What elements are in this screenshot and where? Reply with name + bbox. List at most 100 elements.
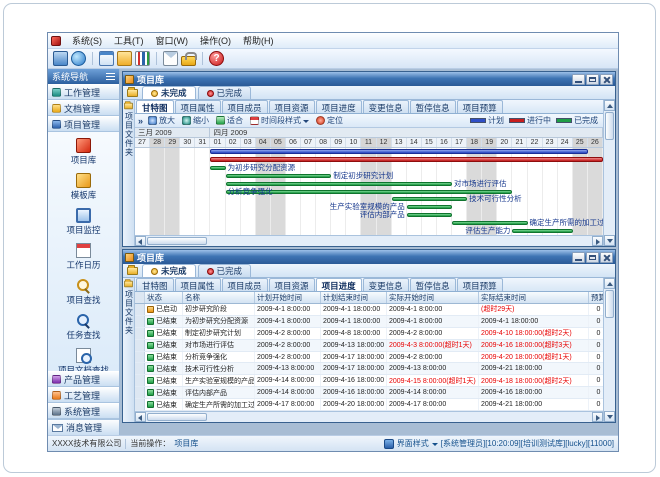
column-header-3[interactable]: 计划结束时间 xyxy=(321,292,387,303)
gantt-summary-bar[interactable] xyxy=(210,149,587,154)
sidebar-section-1[interactable]: 文档管理 xyxy=(48,100,119,116)
column-header-5[interactable]: 实际结束时间 xyxy=(479,292,589,303)
scroll-thumb[interactable] xyxy=(605,290,614,318)
sidebar-item-0[interactable]: 项目库 xyxy=(51,136,117,168)
row-selector[interactable] xyxy=(135,387,145,398)
scroll-left-arrow[interactable] xyxy=(135,412,146,422)
gantt-task-bar[interactable] xyxy=(407,205,452,209)
row-selector[interactable] xyxy=(135,375,145,386)
scroll-thumb[interactable] xyxy=(605,112,614,140)
gantt-tool-button-1[interactable]: 缩小 xyxy=(180,115,211,126)
close-button[interactable] xyxy=(600,252,613,263)
row-selector[interactable] xyxy=(135,352,145,363)
horizontal-scrollbar[interactable] xyxy=(135,411,603,422)
table-row[interactable]: 已结束技术可行性分析2009-4-13 8:00:002009-4-17 18:… xyxy=(135,363,603,375)
scroll-left-arrow[interactable] xyxy=(135,236,146,246)
table-row[interactable]: 已结束评估内部产品2009-4-14 8:00:002009-4-16 18:0… xyxy=(135,387,603,399)
folder-tab-1[interactable]: 已完成 xyxy=(198,86,252,99)
sidebar-section-0[interactable]: 工作管理 xyxy=(48,84,119,100)
menu-item-2[interactable]: 窗口(W) xyxy=(150,33,195,48)
horizontal-scrollbar[interactable] xyxy=(135,235,603,246)
sidebar-item-6[interactable]: 项目文档查找 xyxy=(51,346,117,371)
vertical-scrollbar[interactable] xyxy=(603,278,615,422)
column-header-2[interactable]: 计划开始时间 xyxy=(255,292,321,303)
column-header-0[interactable]: 状态 xyxy=(145,292,183,303)
menu-item-3[interactable]: 操作(O) xyxy=(194,33,237,48)
column-header-1[interactable]: 名称 xyxy=(183,292,255,303)
row-selector[interactable] xyxy=(135,328,145,339)
gantt-tool-button-4[interactable]: 定位 xyxy=(314,115,345,126)
globe-icon[interactable] xyxy=(71,51,86,66)
row-selector[interactable] xyxy=(135,316,145,327)
minimize-button[interactable] xyxy=(572,74,585,85)
tab-0[interactable]: 甘特图 xyxy=(136,100,174,113)
row-selector[interactable] xyxy=(135,340,145,351)
scroll-down-arrow[interactable] xyxy=(604,411,615,422)
column-header-6[interactable]: 预算 xyxy=(589,292,603,303)
sidebar-tab-messages[interactable]: 消息管理 xyxy=(48,419,119,435)
gantt-tool-button-0[interactable]: 放大 xyxy=(146,115,177,126)
lock-icon[interactable] xyxy=(181,56,196,66)
tab-5[interactable]: 变更信息 xyxy=(363,100,409,113)
folder-panel-tab[interactable]: 项目文件夹 xyxy=(123,100,135,246)
sidebar-section-2[interactable]: 项目管理 xyxy=(48,116,119,132)
vertical-scrollbar[interactable] xyxy=(603,100,615,246)
menu-item-0[interactable]: 系统(S) xyxy=(66,33,108,48)
window-titlebar[interactable]: 项目库 xyxy=(123,250,615,264)
gantt-chart-area[interactable]: 为初步研究分配资源制定初步研究计划对市场进行评估分析竞争强化技术可行性分析生产实… xyxy=(135,148,603,235)
tab-7[interactable]: 项目预算 xyxy=(457,278,503,291)
gantt-task-bar[interactable] xyxy=(452,221,527,225)
table-row[interactable]: 已结束分析竞争强化2009-4-2 8:00:002009-4-17 18:00… xyxy=(135,352,603,364)
close-button[interactable] xyxy=(600,74,613,85)
table-row[interactable]: 已结束生产实验室规模的产品2009-4-14 8:00:002009-4-16 … xyxy=(135,375,603,387)
gantt-task-bar[interactable] xyxy=(392,197,467,201)
tab-6[interactable]: 暂停信息 xyxy=(410,278,456,291)
folder-tab-0[interactable]: 未完成 xyxy=(142,264,196,277)
row-selector[interactable] xyxy=(135,399,145,410)
sidebar-header[interactable]: 系统导航 xyxy=(48,69,119,84)
sidebar-item-3[interactable]: 工作日历 xyxy=(51,241,117,273)
folder-icon[interactable] xyxy=(117,51,132,66)
folder-button[interactable] xyxy=(125,267,140,277)
table-row[interactable]: 已启动初步研究阶段2009-4-1 8:00:002009-4-1 18:00:… xyxy=(135,304,603,316)
folder-tab-0[interactable]: 未完成 xyxy=(142,86,196,99)
tab-4[interactable]: 项目进度 xyxy=(316,278,362,291)
maximize-button[interactable] xyxy=(586,74,599,85)
folder-button[interactable] xyxy=(125,89,140,99)
tab-5[interactable]: 变更信息 xyxy=(363,278,409,291)
gantt-task-bar[interactable] xyxy=(210,166,225,170)
maximize-button[interactable] xyxy=(586,252,599,263)
minimize-button[interactable] xyxy=(572,252,585,263)
menu-item-4[interactable]: 帮助(H) xyxy=(237,33,280,48)
sidebar-section-bottom-2[interactable]: 系统管理 xyxy=(48,403,119,419)
tab-2[interactable]: 项目成员 xyxy=(222,278,268,291)
menu-item-1[interactable]: 工具(T) xyxy=(108,33,150,48)
row-selector[interactable] xyxy=(135,304,145,315)
gantt-tool-button-2[interactable]: 适合 xyxy=(214,115,245,126)
ui-style-dropdown-caret-icon[interactable] xyxy=(432,443,438,449)
sidebar-section-bottom-0[interactable]: 产品管理 xyxy=(48,371,119,387)
table-row[interactable]: 已结束确定生产所需的加工过程2009-4-17 8:00:002009-4-20… xyxy=(135,399,603,411)
row-selector[interactable] xyxy=(135,363,145,374)
gantt-task-bar[interactable] xyxy=(226,174,332,178)
gantt-tool-button-3[interactable]: 时间段样式 xyxy=(248,115,311,126)
ui-style-label[interactable]: 界面样式 xyxy=(397,438,429,449)
monitor-icon[interactable] xyxy=(53,51,68,66)
table-row[interactable]: 已结束为初步研究分配资源2009-4-1 8:00:002009-4-1 18:… xyxy=(135,316,603,328)
tab-0[interactable]: 甘特图 xyxy=(136,278,174,291)
tab-1[interactable]: 项目属性 xyxy=(175,100,221,113)
gantt-task-bar[interactable] xyxy=(512,229,572,233)
sidebar-item-5[interactable]: 任务查找 xyxy=(51,311,117,343)
scroll-right-arrow[interactable] xyxy=(592,236,603,246)
column-header-4[interactable]: 实际开始时间 xyxy=(387,292,479,303)
help-icon[interactable] xyxy=(209,51,224,66)
mail-icon[interactable] xyxy=(163,51,178,66)
tab-3[interactable]: 项目资源 xyxy=(269,100,315,113)
sidebar-section-bottom-1[interactable]: 工艺管理 xyxy=(48,387,119,403)
scroll-up-arrow[interactable] xyxy=(604,100,615,111)
tab-4[interactable]: 项目进度 xyxy=(316,100,362,113)
gantt-summary-bar[interactable] xyxy=(210,157,603,162)
tab-1[interactable]: 项目属性 xyxy=(175,278,221,291)
tab-2[interactable]: 项目成员 xyxy=(222,100,268,113)
scroll-thumb[interactable] xyxy=(147,237,207,245)
